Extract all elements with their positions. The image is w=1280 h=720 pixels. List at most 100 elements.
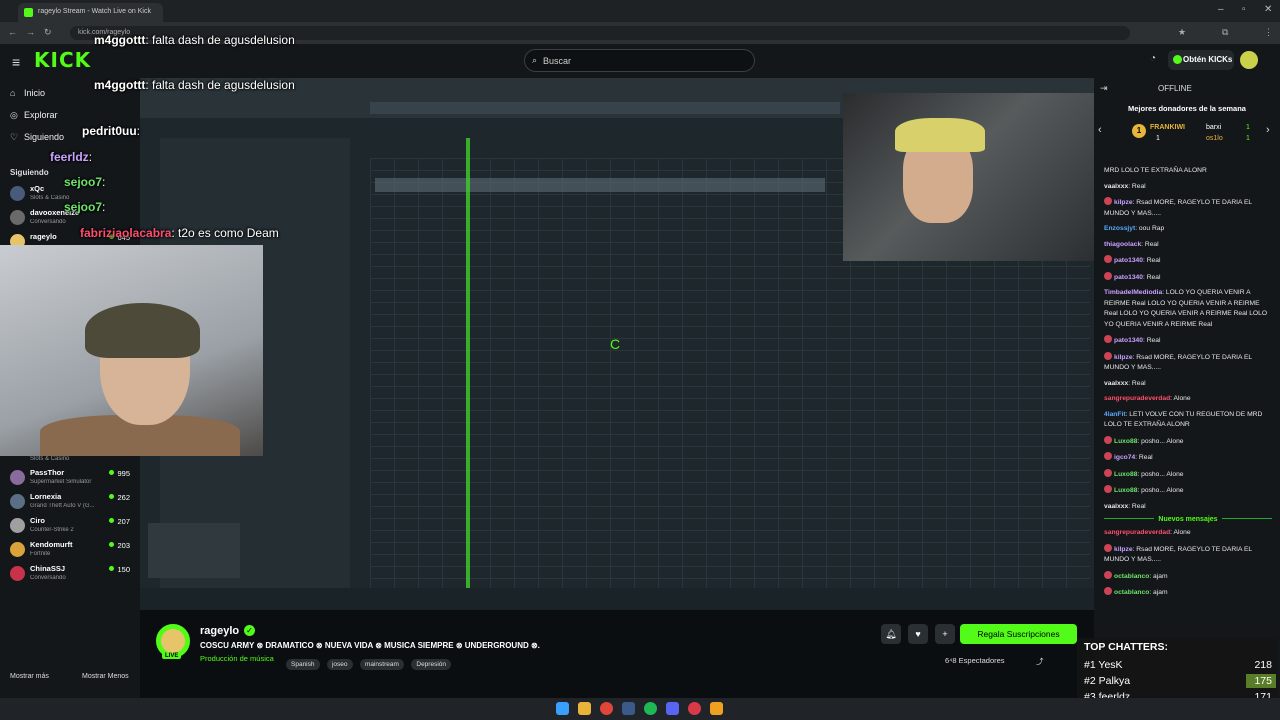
chrome-icon[interactable] [600,702,613,715]
follow-heart-button[interactable]: ♥ [908,624,928,644]
sidebar-channel[interactable]: PassThor Supermarket Simulator 995 [10,468,134,490]
chat-username[interactable]: octablanco [1114,573,1149,580]
chat-username[interactable]: sangrepuradeverdad [1104,529,1170,536]
chat-username[interactable]: octablanco [1114,589,1149,596]
chat-text: : Real [1143,257,1161,264]
chat-message: sangrepuradeverdad: Alone [1104,528,1272,539]
spotify-icon[interactable] [644,702,657,715]
donor-name[interactable]: os1lo [1206,135,1223,142]
user-badge-icon [1104,570,1112,579]
chat-username[interactable]: igco74 [1114,454,1135,461]
chat-username[interactable]: 4lanFit [1104,411,1126,418]
chat-username[interactable]: pato1340 [1114,257,1143,264]
overlay-chat-message: feerldz: [50,150,92,164]
chat-username[interactable]: pato1340 [1114,337,1143,344]
collapse-chat-icon[interactable]: ⇥ [1100,83,1108,94]
bookmark-star-icon[interactable]: ★ [1178,27,1186,38]
chat-username[interactable]: pato1340 [1114,274,1143,281]
stream-title: COSCU ARMY ⊗ DRAMATICO ⊗ NUEVA VIDA ⊗ MU… [200,641,540,650]
share-icon[interactable]: ⤴ [1036,656,1044,667]
chat-text: : Real [1128,182,1146,190]
chat-username[interactable]: sangrepuradeverdad [1104,395,1170,402]
overlay-chat-message: pedrit0uu: [82,124,140,138]
sidebar-channel[interactable]: ChinaSSJ Conversando 150 [10,564,134,586]
extensions-icon[interactable]: ⧉ [1222,27,1228,38]
nav-following[interactable]: ♡ Siguiendo [10,132,64,143]
chat-message: vaalxxx: Real [1104,182,1272,193]
chat-username[interactable]: TimbadelMediodia [1104,289,1162,296]
fl-studio-icon[interactable] [710,702,723,715]
sidebar-channel[interactable]: Lornexia Grand Theft Auto V (G... 262 [10,492,134,514]
chat-username[interactable]: kilpze [1114,354,1133,361]
chat-text: : Real [1135,454,1153,461]
close-icon[interactable]: ✕ [1264,4,1272,15]
channel-avatar [10,210,25,225]
chat-username[interactable]: kilpze [1114,199,1133,206]
nav-home[interactable]: ⌂ Inicio [10,88,45,98]
chat-username[interactable]: vaalxxx [1104,503,1128,510]
add-button[interactable]: + [935,624,955,644]
show-less-link[interactable]: Mostrar Menos [82,673,129,680]
browser-menu-icon[interactable]: ⋮ [1264,27,1273,38]
tag[interactable]: Spanish [286,659,320,670]
windows-icon[interactable] [556,702,569,715]
browser-tab[interactable]: rageylo Stream - Watch Live on Kick [18,3,163,22]
browser-tabbar: rageylo Stream - Watch Live on Kick – ▫ … [0,0,1280,22]
donor-name[interactable]: FRANKIWI [1150,124,1185,131]
sidebar-channel[interactable]: Kendomurft Fortnite 203 [10,540,134,562]
stream-category[interactable]: Producción de música [200,654,274,663]
channel-viewers: 203 [109,541,130,550]
chat-username[interactable]: Luxo88 [1114,438,1137,445]
chat-username[interactable]: thiagoolack [1104,241,1141,248]
user-badge-icon [1104,271,1112,280]
sidebar-channel[interactable]: Ciro Counter-Strike 2 207 [10,516,134,538]
channel-category: Conversando [30,219,66,225]
channel-viewers: 150 [109,565,130,574]
discord-icon[interactable] [666,702,679,715]
donor-name[interactable]: barxi [1206,124,1221,131]
get-kicks-button[interactable]: Obtén KICKs [1168,50,1234,70]
person-camo-hat [85,303,200,358]
top-chatter-count: 175 [1254,675,1272,687]
steam-icon[interactable] [622,702,635,715]
maximize-icon[interactable]: ▫ [1242,4,1246,15]
chat-message: octablanco: ajam [1104,587,1272,599]
reload-icon[interactable]: ↻ [44,27,52,38]
new-messages-divider[interactable]: Nuevos mensajes [1104,516,1272,523]
notification-bell-button[interactable]: 🔔︎ [881,624,901,644]
chat-username[interactable]: kilpze [1114,546,1133,553]
chat-username[interactable]: vaalxxx [1104,183,1128,190]
chevron-right-icon[interactable]: › [1266,124,1270,136]
tag[interactable]: joseo [326,659,353,670]
menu-icon[interactable]: ≡ [12,54,20,70]
folder-icon[interactable] [578,702,591,715]
tag[interactable]: mainstream [359,659,404,670]
search-input[interactable]: ⌕ Buscar [524,49,755,72]
chat-message: vaalxxx: Real [1104,502,1272,513]
chat-text: : Real [1141,240,1159,248]
tag[interactable]: Depresión [411,659,452,670]
chevron-left-icon[interactable]: ‹ [1098,124,1102,136]
kick-logo[interactable]: KICK [34,48,91,72]
forward-icon[interactable]: → [26,27,35,37]
chat-username[interactable]: Enzossjyt [1104,225,1135,232]
chat-message: pato1340: Real [1104,255,1272,267]
user-avatar[interactable] [1240,51,1258,69]
chat-username[interactable]: Luxo88 [1114,471,1137,478]
gift-subs-button[interactable]: Regala Suscripciones [960,624,1077,644]
minimize-icon[interactable]: – [1218,4,1224,15]
show-more-link[interactable]: Mostrar más [10,673,49,680]
chat-username[interactable]: Luxo88 [1114,487,1137,494]
streamer-name[interactable]: rageylo [200,625,239,637]
notifications-icon[interactable]: ◔ [1150,53,1156,64]
chat-message: kilpze: Rsad MORE, RAGEYLO TE DARIA EL M… [1104,351,1272,374]
back-icon[interactable]: ← [8,27,17,37]
overlay-chat-user: sejoo7 [64,175,103,189]
chat-message: kilpze: Rsad MORE, RAGEYLO TE DARIA EL M… [1104,543,1272,566]
stream-video[interactable]: C [140,78,1094,610]
chat-username[interactable]: vaalxxx [1104,380,1128,387]
loading-spinner-icon: C [610,336,621,352]
chat-message: TimbadelMediodia: LOLO YO QUERIA VENIR A… [1104,288,1272,330]
obs-icon[interactable] [688,702,701,715]
nav-explore[interactable]: ◎ Explorar [10,110,58,121]
